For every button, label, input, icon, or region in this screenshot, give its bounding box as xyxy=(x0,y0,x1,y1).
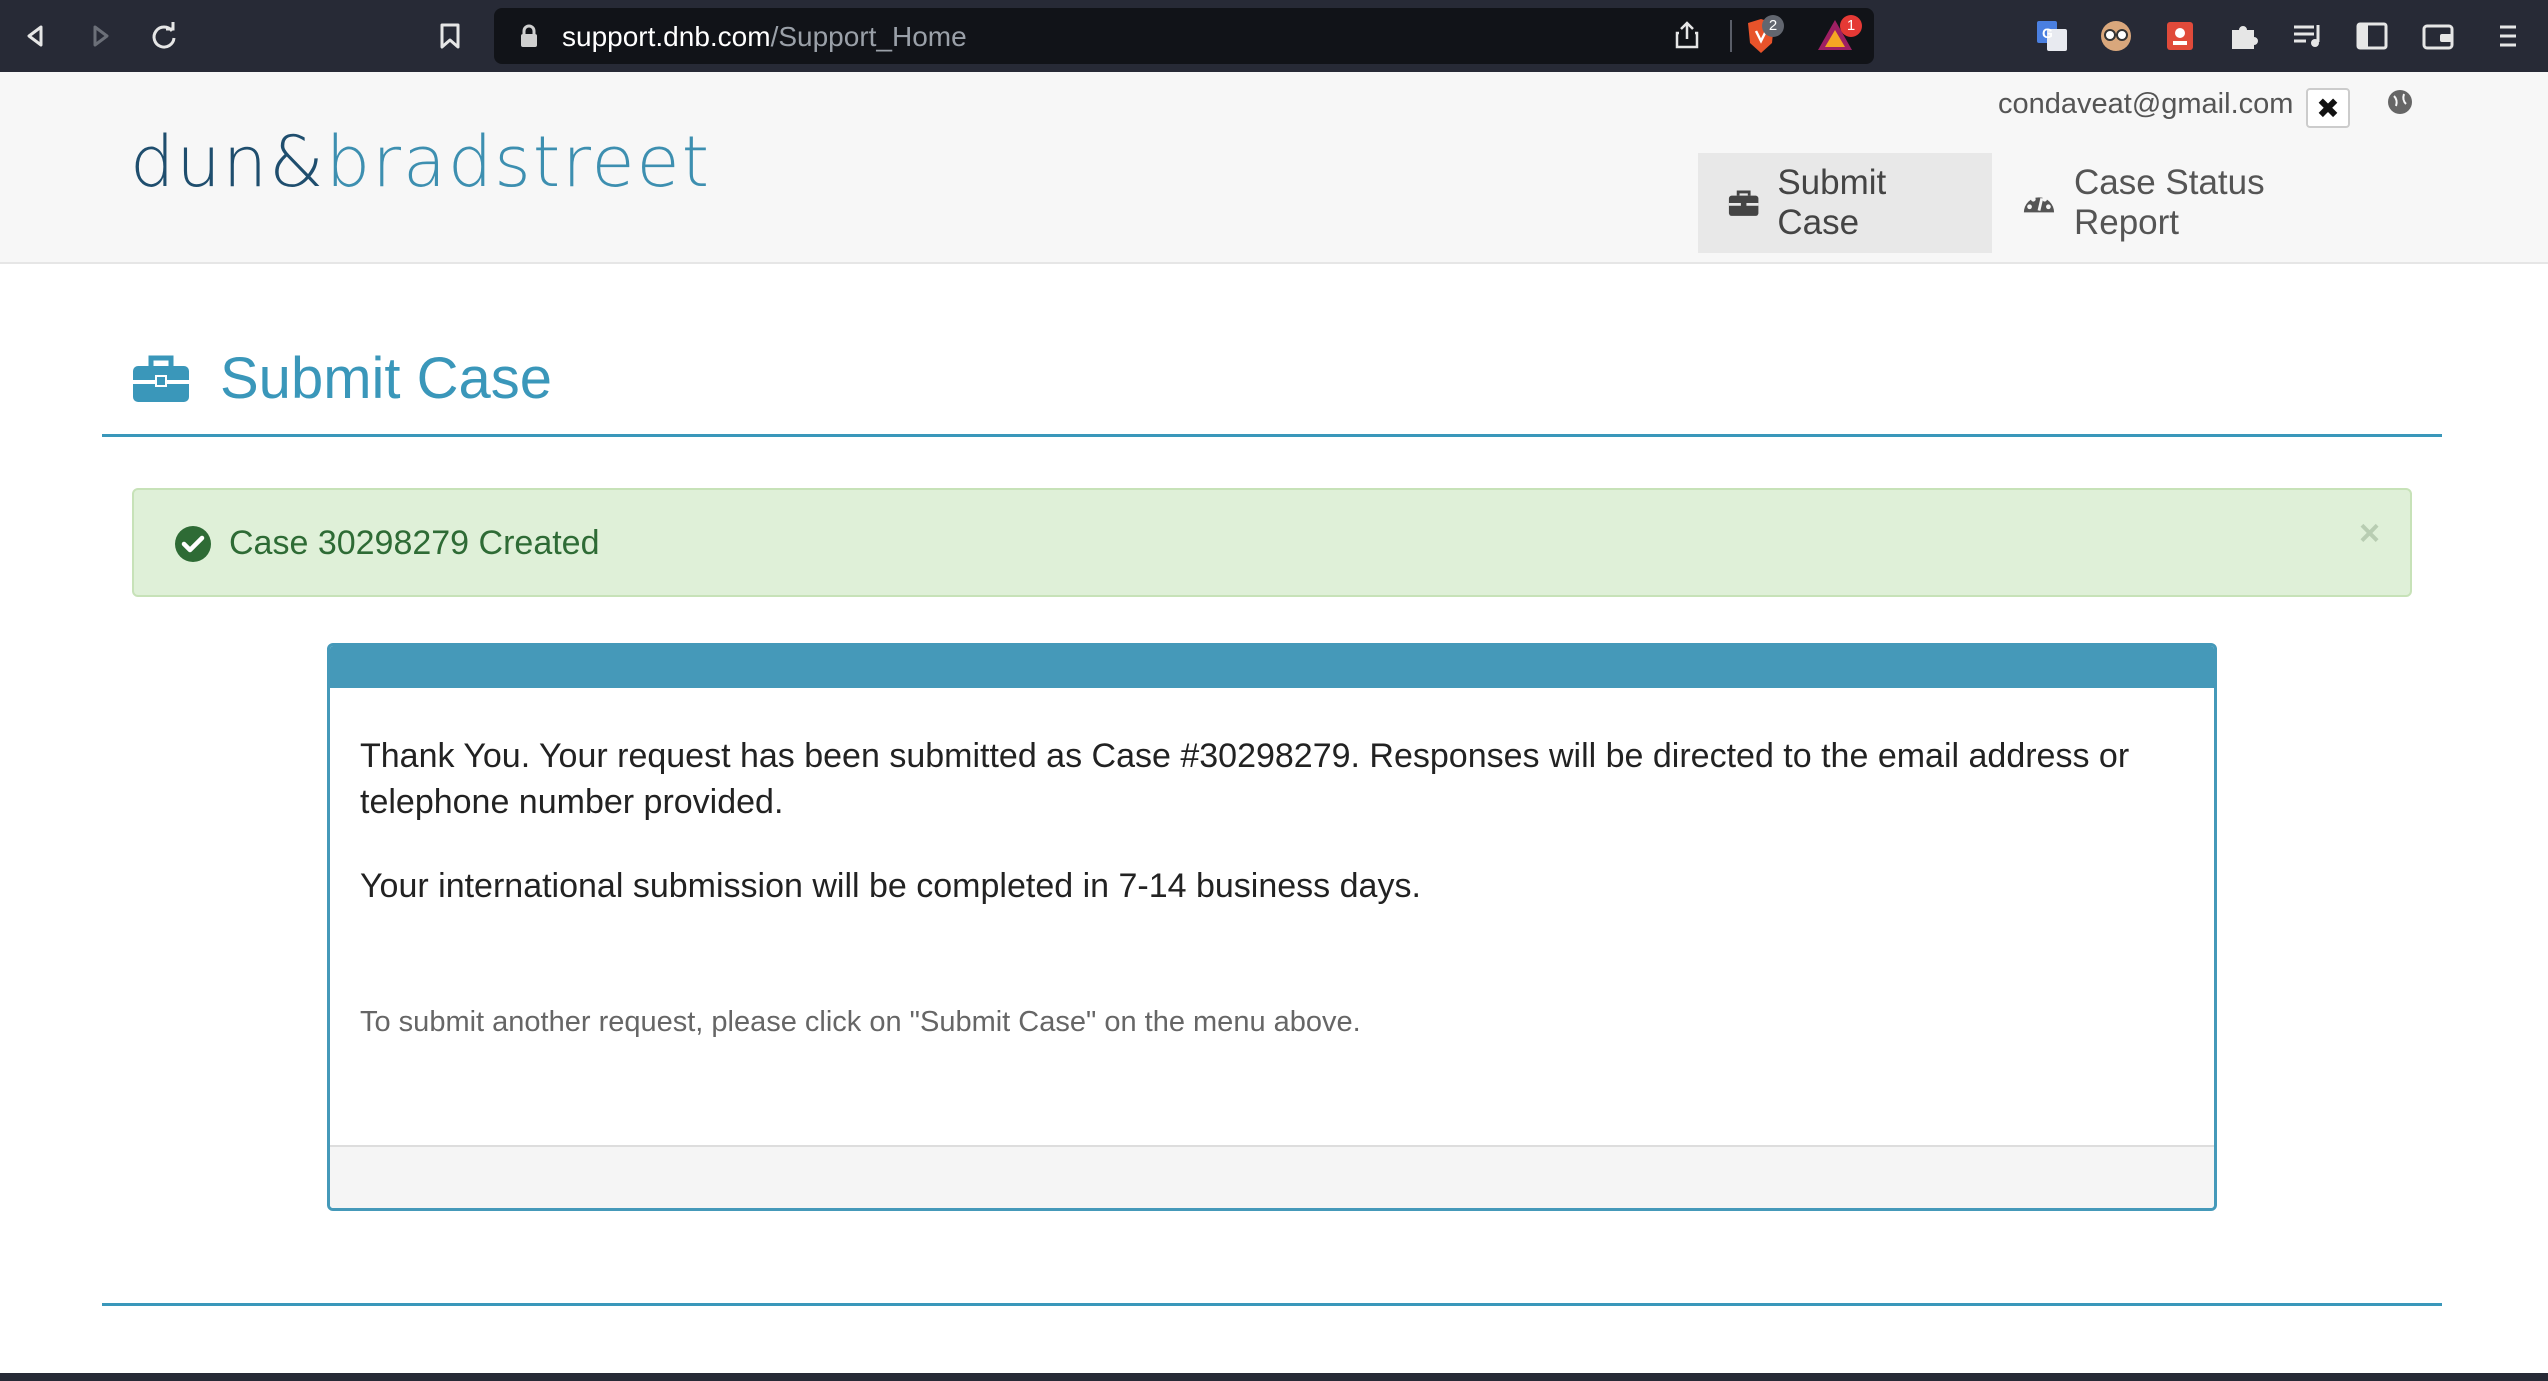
brave-shields-icon[interactable]: 2 xyxy=(1744,15,1784,60)
international-message: Your international submission will be co… xyxy=(360,867,1421,905)
title-divider xyxy=(102,434,2442,437)
window-bottom-edge xyxy=(0,1373,2548,1381)
panel-body: Thank You. Your request has been submitt… xyxy=(330,688,2214,1148)
wallet-icon[interactable] xyxy=(2416,14,2460,58)
logo-ampersand: & xyxy=(269,121,326,203)
confirmation-message: Thank You. Your request has been submitt… xyxy=(360,737,2130,821)
lock-icon xyxy=(520,24,538,53)
page-title: Submit Case xyxy=(220,346,553,411)
globe-icon[interactable] xyxy=(2386,88,2414,116)
panel-header xyxy=(330,646,2214,688)
site-header: dun&bradstreet condaveat@gmail.com ✖ Sub… xyxy=(0,72,2548,264)
alert-close-button[interactable]: × xyxy=(2359,512,2380,554)
logout-button[interactable]: ✖ xyxy=(2306,88,2350,128)
url-text: support.dnb.com/Support_Home xyxy=(562,21,967,52)
url-divider xyxy=(1730,20,1732,52)
sidebar-toggle-icon[interactable] xyxy=(2350,14,2394,58)
menu-icon[interactable] xyxy=(2486,14,2530,58)
page-title-row: Submit Case xyxy=(132,345,552,412)
share-icon[interactable] xyxy=(1674,20,1700,55)
nav-case-status-report-label: Case Status Report xyxy=(2073,163,2265,242)
back-icon[interactable] xyxy=(14,14,58,58)
submit-another-note: To submit another request, please click … xyxy=(360,1006,1361,1038)
brave-rewards-icon[interactable]: 1 xyxy=(1816,15,1862,58)
pdf-extension-icon[interactable] xyxy=(2158,14,2202,58)
glasses-extension-icon[interactable] xyxy=(2094,14,2138,58)
dashboard-gauge-icon xyxy=(2023,196,2055,213)
translate-icon[interactable]: G xyxy=(2030,14,2074,58)
briefcase-icon xyxy=(1728,190,1759,216)
shields-count-badge: 2 xyxy=(1762,15,1784,37)
logo-text-bradstreet: bradstreet xyxy=(325,121,712,203)
logo-text-dun: dun xyxy=(130,121,270,203)
confirmation-panel: Thank You. Your request has been submitt… xyxy=(327,643,2217,1211)
address-bar[interactable]: support.dnb.com/Support_Home 2 1 xyxy=(494,8,1874,64)
playlist-icon[interactable] xyxy=(2286,14,2330,58)
rewards-count-badge: 1 xyxy=(1840,15,1862,37)
nav-case-status-report[interactable]: Case Status Report xyxy=(1992,153,2392,253)
svg-text:G: G xyxy=(2042,25,2053,41)
nav-submit-case[interactable]: Submit Case xyxy=(1698,153,1992,253)
bookmark-icon[interactable] xyxy=(428,14,472,58)
check-circle-icon xyxy=(174,525,212,568)
forward-icon[interactable] xyxy=(78,14,122,58)
success-alert: Case 30298279 Created × xyxy=(132,488,2412,597)
alert-text: Case 30298279 Created xyxy=(229,524,600,562)
panel-footer xyxy=(330,1145,2214,1208)
dnb-logo[interactable]: dun&bradstreet xyxy=(130,121,712,203)
user-email: condaveat@gmail.com xyxy=(1998,88,2294,120)
briefcase-icon xyxy=(133,355,189,402)
footer-divider xyxy=(102,1303,2442,1306)
reload-icon[interactable] xyxy=(142,14,186,58)
nav-submit-case-label: Submit Case xyxy=(1777,163,1887,242)
browser-toolbar: support.dnb.com/Support_Home 2 1 G xyxy=(0,0,2548,72)
extensions-puzzle-icon[interactable] xyxy=(2222,14,2266,58)
